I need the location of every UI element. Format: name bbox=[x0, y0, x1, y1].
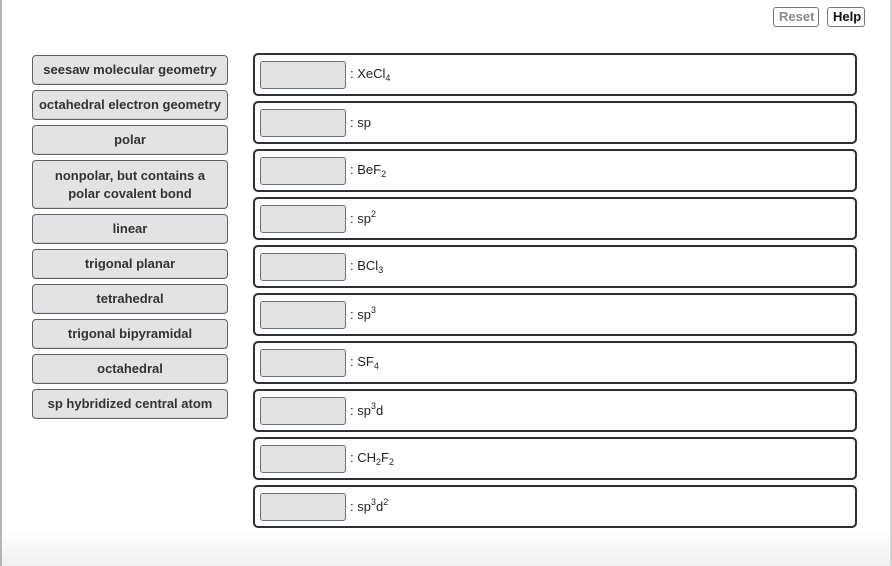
drop-target[interactable] bbox=[260, 252, 346, 281]
target-term: : BCl3 bbox=[350, 258, 384, 275]
label-text: octahedral bbox=[97, 361, 163, 376]
drop-target[interactable] bbox=[260, 60, 346, 89]
target-term: : BeF2 bbox=[350, 162, 387, 179]
target-term: : sp2 bbox=[350, 209, 376, 227]
target-row: : BeF2 bbox=[253, 149, 857, 192]
drop-target[interactable] bbox=[260, 396, 346, 425]
drop-target[interactable] bbox=[260, 348, 346, 377]
target-term: : CH2F2 bbox=[350, 450, 394, 467]
label-bank: seesaw molecular geometry octahedral ele… bbox=[32, 55, 228, 424]
label-tile-nonpolar-polar-bond[interactable]: nonpolar, but contains a polar covalent … bbox=[32, 160, 228, 209]
label-tile-trigonal-bipyramidal[interactable]: trigonal bipyramidal bbox=[32, 319, 228, 349]
target-row: : XeCl4 bbox=[253, 53, 857, 96]
target-row: : sp2 bbox=[253, 197, 857, 240]
target-term: : sp3d2 bbox=[350, 497, 389, 515]
label-tile-linear[interactable]: linear bbox=[32, 214, 228, 244]
label-text: trigonal bipyramidal bbox=[67, 326, 193, 341]
label-text: polar bbox=[114, 132, 146, 147]
target-row: : sp3d bbox=[253, 389, 857, 432]
target-row: : sp3 bbox=[253, 293, 857, 336]
label-text: seesaw molecular geometry bbox=[43, 62, 217, 77]
target-term: : sp bbox=[350, 115, 371, 130]
label-text: sp hybridized central atom bbox=[47, 396, 213, 411]
label-tile-seesaw-molecular-geometry[interactable]: seesaw molecular geometry bbox=[32, 55, 228, 85]
reset-button[interactable]: Reset bbox=[773, 7, 819, 27]
label-text: octahedral electron geometry bbox=[38, 97, 222, 112]
label-tile-trigonal-planar[interactable]: trigonal planar bbox=[32, 249, 228, 279]
target-term: : XeCl4 bbox=[350, 66, 391, 83]
drop-target[interactable] bbox=[260, 492, 346, 521]
label-text: trigonal planar bbox=[84, 256, 176, 271]
label-tile-tetrahedral[interactable]: tetrahedral bbox=[32, 284, 228, 314]
target-row: : SF4 bbox=[253, 341, 857, 384]
target-term: : sp3d bbox=[350, 401, 384, 419]
label-tile-sp-hybridized-central-atom[interactable]: sp hybridized central atom bbox=[32, 389, 228, 419]
drop-target[interactable] bbox=[260, 204, 346, 233]
target-row: : sp3d2 bbox=[253, 485, 857, 528]
label-tile-octahedral-electron-geometry[interactable]: octahedral electron geometry bbox=[32, 90, 228, 120]
drop-target[interactable] bbox=[260, 300, 346, 329]
target-row: : BCl3 bbox=[253, 245, 857, 288]
drop-target[interactable] bbox=[260, 444, 346, 473]
target-term: : SF4 bbox=[350, 354, 379, 371]
label-tile-polar[interactable]: polar bbox=[32, 125, 228, 155]
target-term: : sp3 bbox=[350, 305, 376, 323]
label-text: nonpolar, but contains a polar covalent … bbox=[54, 167, 206, 201]
label-tile-octahedral[interactable]: octahedral bbox=[32, 354, 228, 384]
label-text: tetrahedral bbox=[96, 291, 164, 306]
target-list: : XeCl4 : sp : BeF2 : sp2 : BCl3 : sp3 : SF4 : … bbox=[253, 53, 857, 533]
target-row: : sp bbox=[253, 101, 857, 144]
label-text: linear bbox=[112, 221, 148, 236]
target-row: : CH2F2 bbox=[253, 437, 857, 480]
drop-target[interactable] bbox=[260, 156, 346, 185]
help-button[interactable]: Help bbox=[827, 7, 865, 27]
drop-target[interactable] bbox=[260, 108, 346, 137]
